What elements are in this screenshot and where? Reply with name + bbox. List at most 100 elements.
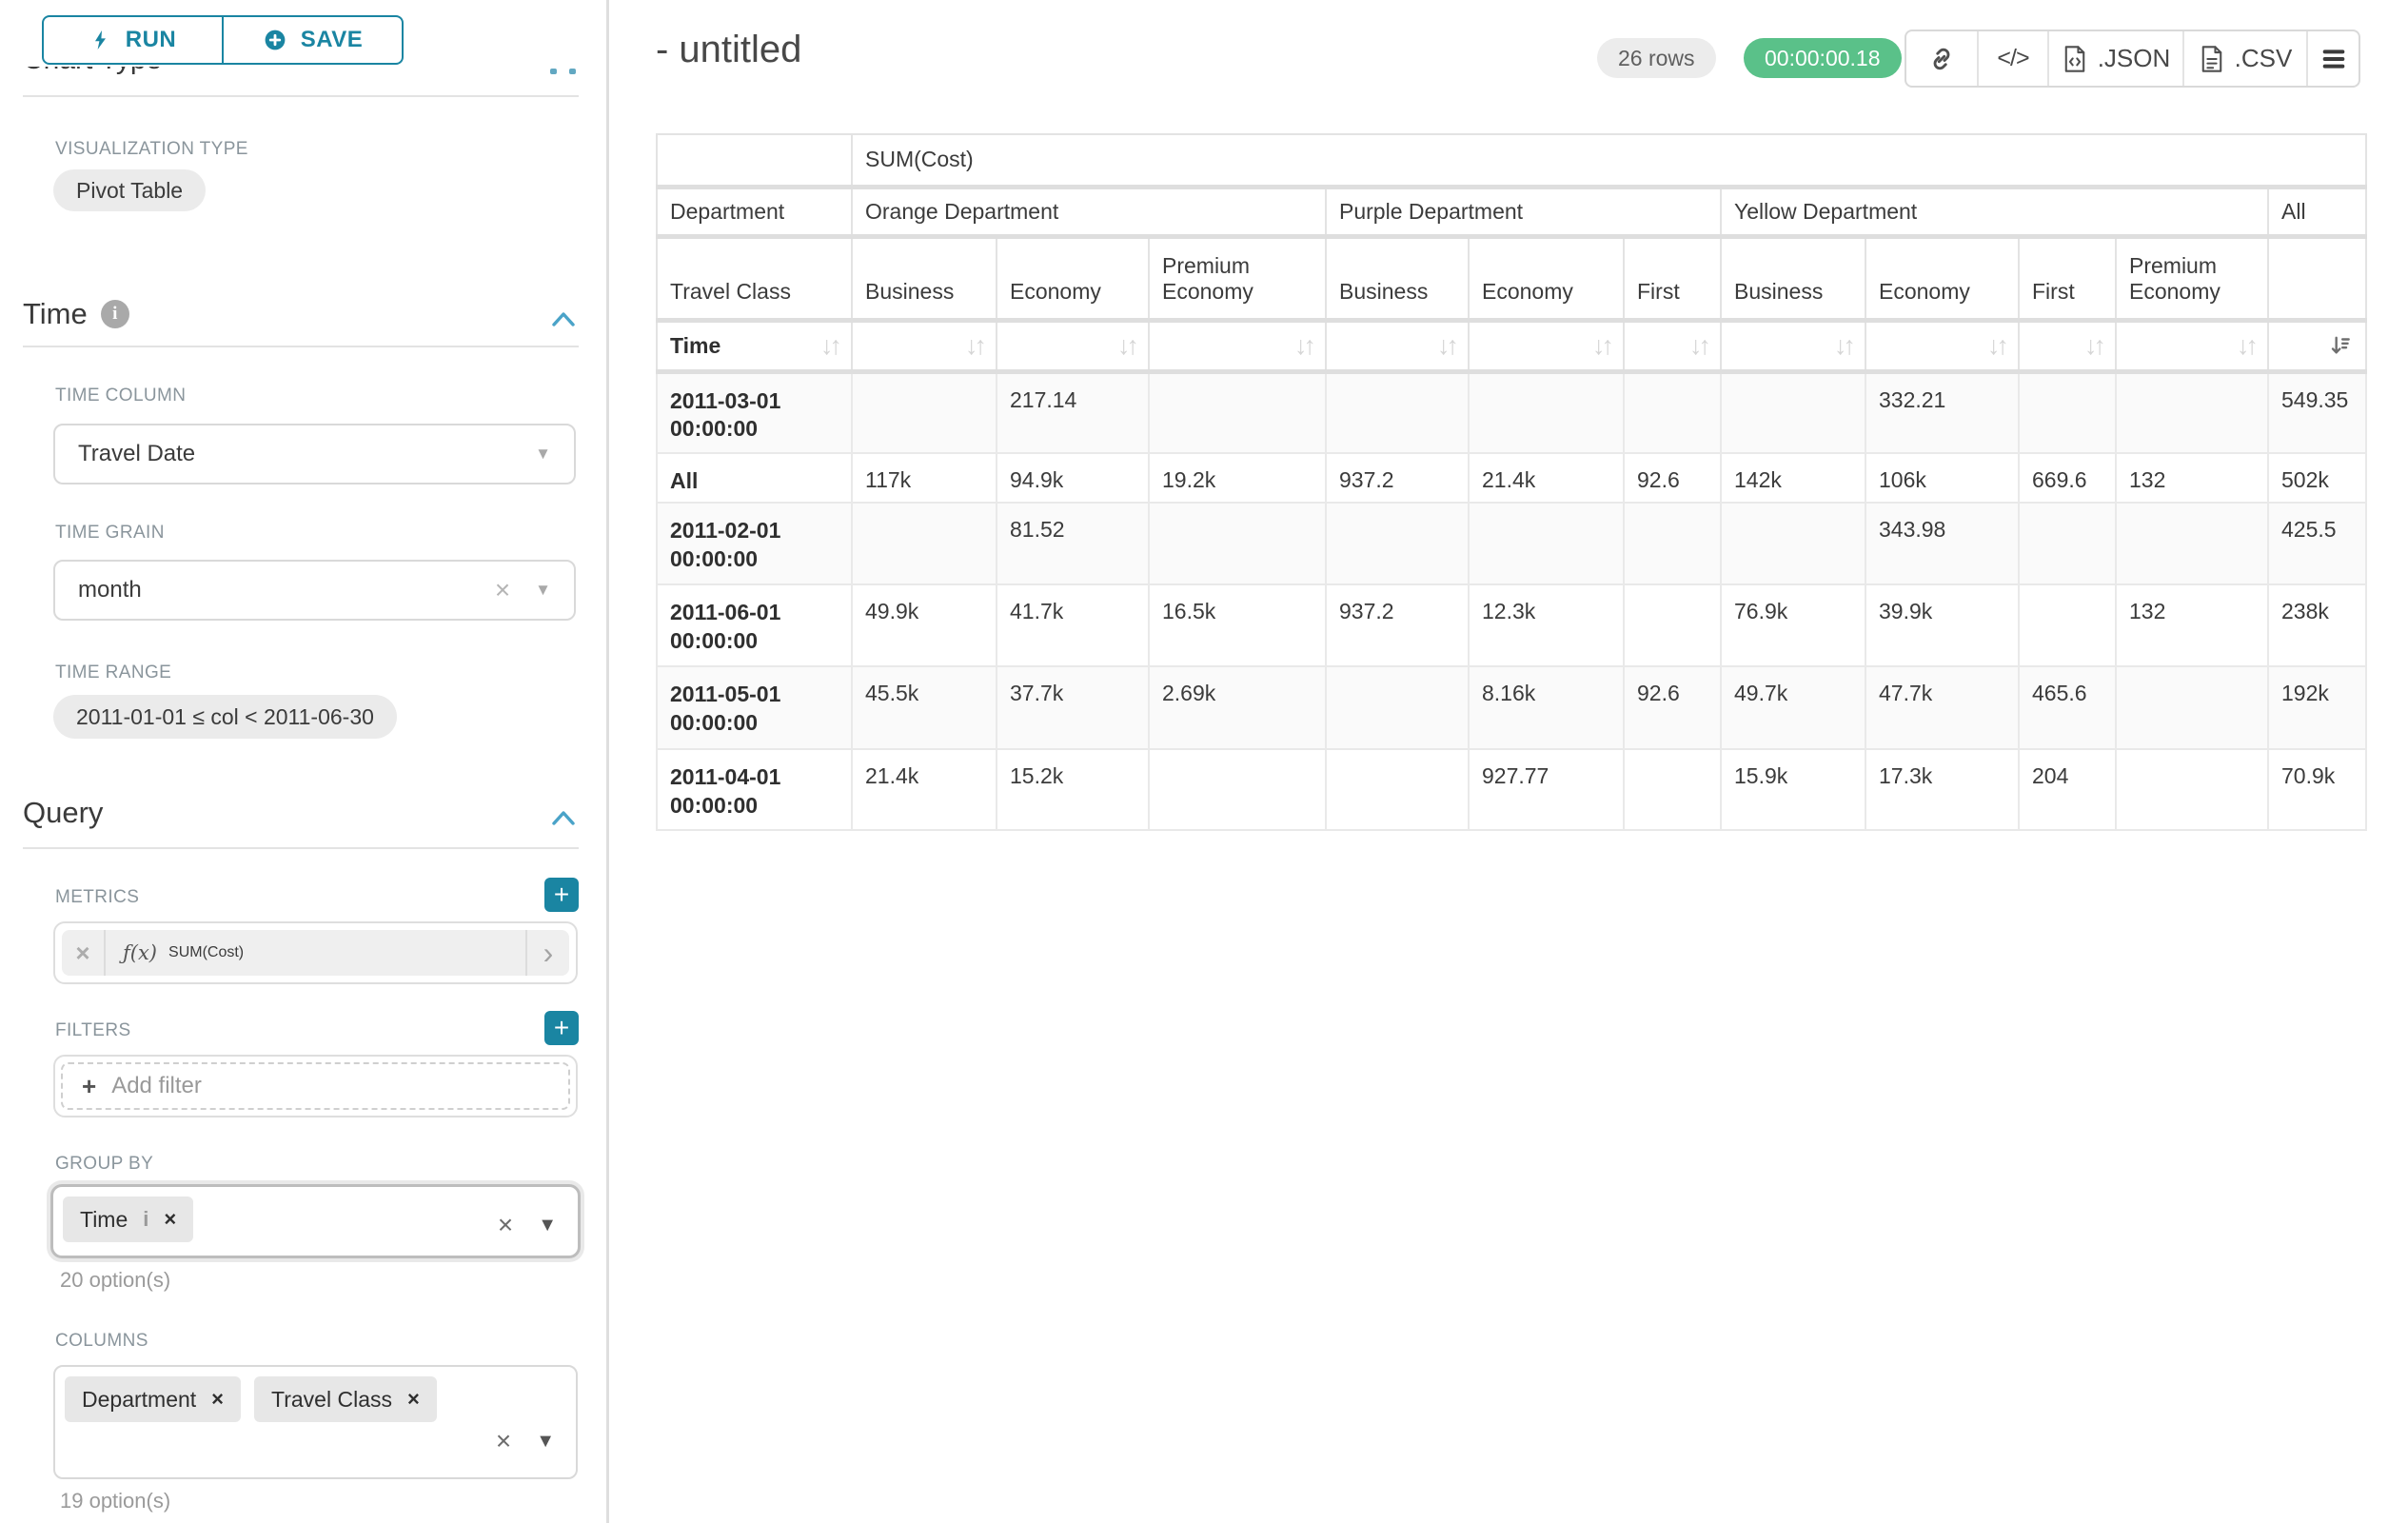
pivot-cell: 39.9k (1865, 584, 2019, 666)
time-column-label: TIME COLUMN (55, 386, 186, 406)
pivot-cell (1624, 749, 1721, 830)
table-row: 2011-04-01 00:00:00 21.4k 15.2k 927.77 1… (657, 749, 2366, 830)
sort-icon[interactable]: ↓↑ (1689, 331, 1707, 361)
columns-tag[interactable]: Department × (65, 1376, 241, 1422)
tag-info-icon: i (143, 1207, 148, 1232)
remove-metric-icon[interactable]: × (62, 930, 106, 976)
pivot-cell: 217.14 (997, 371, 1149, 453)
run-button[interactable]: RUN (44, 17, 222, 63)
pivot-cell (1469, 371, 1624, 453)
export-json-label: .JSON (2098, 44, 2171, 73)
pivot-cell: 142k (1721, 453, 1865, 503)
chart-title[interactable]: - untitled (656, 29, 801, 71)
sort-icon[interactable]: ↓↑ (2084, 331, 2102, 361)
travel-class-header (2268, 236, 2366, 320)
sort-icon[interactable]: ↓↑ (820, 331, 839, 361)
columns-select[interactable]: Department × Travel Class × × ▼ (53, 1365, 578, 1479)
query-timer-badge: 00:00:00.18 (1744, 38, 1902, 78)
pivot-table: SUM(Cost) Department Orange Department P… (656, 133, 2367, 831)
chevron-right-icon[interactable]: › (525, 930, 569, 976)
pivot-row-label: 2011-05-01 00:00:00 (657, 666, 852, 749)
pivot-cell (1149, 749, 1326, 830)
pivot-cell: 132 (2116, 453, 2268, 503)
collapse-chevron-icon[interactable] (550, 807, 577, 828)
group-by-label: GROUP BY (55, 1154, 153, 1175)
export-json-button[interactable]: .JSON (2047, 31, 2182, 86)
more-options-button[interactable] (2306, 31, 2359, 86)
pivot-cell: 17.3k (1865, 749, 2019, 830)
metric-pill[interactable]: × ƒ(x) SUM(Cost) › (62, 930, 569, 976)
pivot-cell: 94.9k (997, 453, 1149, 503)
view-query-button[interactable]: </> (1977, 31, 2047, 86)
collapse-chevron-icon[interactable] (550, 308, 577, 329)
chart-type-chevron-tip (569, 69, 576, 74)
sort-cell: ↓↑ (1721, 320, 1865, 371)
clear-icon[interactable]: × (498, 1210, 513, 1240)
pivot-cell (2116, 749, 2268, 830)
columns-tag[interactable]: Travel Class × (254, 1376, 437, 1422)
time-column-select[interactable]: Travel Date ▼ (53, 424, 576, 485)
add-metric-button[interactable]: + (544, 878, 579, 912)
sort-icon[interactable]: ↓↑ (1117, 331, 1135, 361)
table-row: 2011-06-01 00:00:00 49.9k 41.7k 16.5k 93… (657, 584, 2366, 666)
pivot-cell (1326, 503, 1469, 584)
section-divider (23, 847, 579, 849)
pivot-cell (1624, 503, 1721, 584)
table-row: 2011-02-01 00:00:00 81.52 343.98 425.5 (657, 503, 2366, 584)
time-range-value[interactable]: 2011-01-01 ≤ col < 2011-06-30 (53, 695, 397, 739)
clear-icon[interactable]: × (496, 1426, 511, 1456)
pivot-cell (1149, 503, 1326, 584)
add-filter-dropzone[interactable]: + Add filter (61, 1062, 570, 1110)
share-link-button[interactable] (1906, 31, 1977, 86)
pivot-cell: 106k (1865, 453, 2019, 503)
section-divider (23, 346, 579, 347)
pivot-cell: 937.2 (1326, 584, 1469, 666)
sort-icon[interactable]: ↓↑ (2237, 331, 2255, 361)
pivot-cell: 132 (2116, 584, 2268, 666)
pivot-cell: 238k (2268, 584, 2366, 666)
tag-close-icon[interactable]: × (211, 1387, 224, 1412)
caret-down-icon[interactable]: ▼ (536, 1431, 555, 1453)
add-filter-button[interactable]: + (544, 1011, 579, 1045)
time-grain-select[interactable]: month × ▼ (53, 560, 576, 621)
pivot-cell: 41.7k (997, 584, 1149, 666)
tag-close-icon[interactable]: × (407, 1387, 420, 1412)
travel-class-header-row: Travel Class Business Economy Premium Ec… (657, 236, 2366, 320)
pivot-cell: 21.4k (852, 749, 997, 830)
sort-icon[interactable]: ↓↑ (1834, 331, 1852, 361)
sort-icon[interactable]: ↓↑ (1987, 331, 2005, 361)
metric-header-cell: SUM(Cost) (852, 134, 2366, 187)
caret-down-icon[interactable]: ▼ (538, 1215, 557, 1236)
travel-class-header: Economy (1865, 236, 2019, 320)
sort-icon[interactable]: ↓↑ (1437, 331, 1455, 361)
pivot-row-label: 2011-06-01 00:00:00 (657, 584, 852, 666)
sort-descending-icon[interactable] (2328, 333, 2353, 358)
department-group-header: Purple Department (1326, 187, 1721, 236)
tag-close-icon[interactable]: × (164, 1207, 176, 1232)
plus-icon: + (82, 1072, 96, 1101)
sort-icon[interactable]: ↓↑ (1592, 331, 1610, 361)
export-csv-label: .CSV (2235, 44, 2293, 73)
clear-icon[interactable]: × (495, 575, 510, 605)
pivot-cell (2116, 371, 2268, 453)
filters-label: FILTERS (55, 1020, 131, 1041)
tag-label: Department (82, 1387, 196, 1413)
chart-panel: - untitled 26 rows 00:00:00.18 </> .JSON (612, 0, 2408, 1523)
save-button[interactable]: SAVE (222, 17, 402, 63)
tag-label: Time (80, 1207, 128, 1233)
sort-icon[interactable]: ↓↑ (1294, 331, 1313, 361)
group-by-tag[interactable]: Time i × (63, 1197, 193, 1242)
time-axis-cell: Time↓↑ (657, 320, 852, 371)
visualization-type-value[interactable]: Pivot Table (53, 169, 206, 211)
chart-type-chevron-tip (550, 69, 557, 74)
sort-icon[interactable]: ↓↑ (965, 331, 983, 361)
export-csv-button[interactable]: .CSV (2182, 31, 2306, 86)
caret-down-icon: ▼ (535, 581, 551, 600)
pivot-cell: 927.77 (1469, 749, 1624, 830)
file-text-icon (2199, 45, 2225, 73)
pivot-row-label: 2011-03-01 00:00:00 (657, 371, 852, 453)
group-by-select[interactable]: Time i × × ▼ (50, 1184, 581, 1258)
pivot-cell: 669.6 (2019, 453, 2116, 503)
pivot-cell: 45.5k (852, 666, 997, 749)
pivot-cell: 12.3k (1469, 584, 1624, 666)
